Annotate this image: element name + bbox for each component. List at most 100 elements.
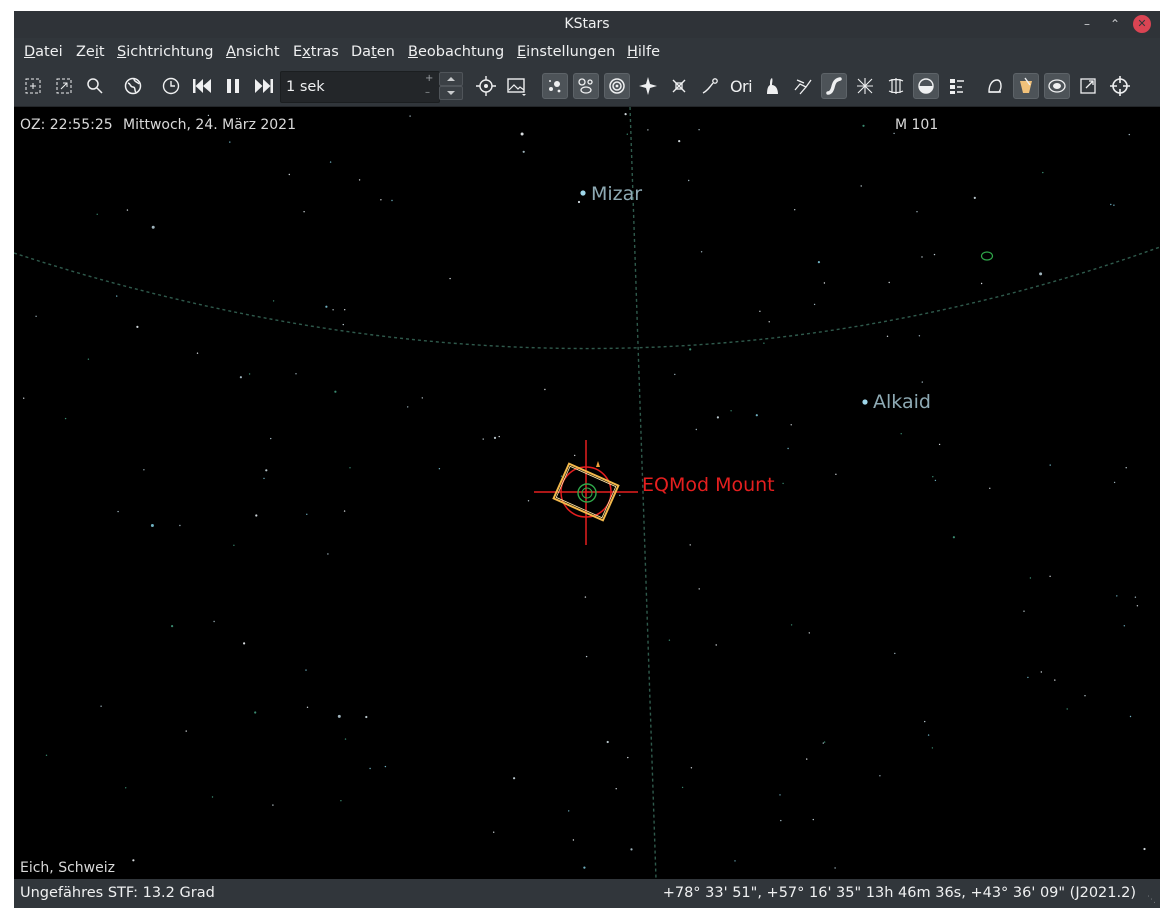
rewind-icon[interactable] xyxy=(189,73,215,99)
menu-beobachtung[interactable]: Beobachtung xyxy=(408,44,504,60)
maximize-button[interactable]: ⌃ xyxy=(1106,15,1124,33)
crosshair-icon[interactable] xyxy=(1107,73,1133,99)
clock-icon[interactable] xyxy=(158,73,184,99)
background-star xyxy=(790,424,792,426)
menu-bar: Datei Zeit Sichtrichtung Ansicht Extras … xyxy=(14,38,1160,66)
menu-einstellungen[interactable]: Einstellungen xyxy=(517,44,615,60)
star-label-mizar: Mizar xyxy=(591,183,643,205)
menu-hilfe[interactable]: Hilfe xyxy=(627,44,660,60)
location-label: Eich, Schweiz xyxy=(20,860,115,876)
galaxy-marker[interactable] xyxy=(980,251,994,261)
background-star xyxy=(513,777,516,780)
comet-icon[interactable] xyxy=(697,73,723,99)
background-star xyxy=(365,715,368,719)
sky-culture-icon[interactable] xyxy=(1044,73,1070,99)
background-star xyxy=(698,129,700,131)
sky-map[interactable]: OZ: 22:55:25 Mittwoch, 24. März 2021 M 1… xyxy=(14,107,1160,879)
background-star xyxy=(823,282,826,284)
background-star xyxy=(522,150,525,153)
background-star xyxy=(900,433,902,435)
legend-icon[interactable] xyxy=(944,73,970,99)
horizontal-grid-icon[interactable] xyxy=(883,73,909,99)
menu-ansicht[interactable]: Ansicht xyxy=(226,44,280,60)
sky-time-info: OZ: 22:55:25 xyxy=(20,117,113,133)
background-star xyxy=(1129,715,1132,718)
telescope-label: EQMod Mount xyxy=(642,474,775,496)
background-star xyxy=(344,309,346,311)
constellation-lines-icon[interactable] xyxy=(790,73,816,99)
background-star xyxy=(409,115,411,117)
minimize-button[interactable]: – xyxy=(1078,15,1096,33)
background-star xyxy=(989,487,991,489)
ground-toggle-icon[interactable] xyxy=(913,73,939,99)
menu-zeit[interactable]: Zeit xyxy=(76,44,105,60)
zoom-in-icon[interactable] xyxy=(20,73,46,99)
menu-extras[interactable]: Extras xyxy=(293,44,339,60)
background-star xyxy=(812,818,814,821)
sparkle-icon[interactable] xyxy=(635,73,661,99)
background-star xyxy=(834,867,836,869)
star-mizar[interactable] xyxy=(580,190,586,196)
zoom-out-icon[interactable] xyxy=(51,73,77,99)
background-star xyxy=(1023,610,1025,612)
background-star xyxy=(358,179,361,181)
stars-toggle-icon[interactable] xyxy=(542,73,568,99)
search-icon[interactable] xyxy=(82,73,108,99)
export-icon[interactable] xyxy=(1075,73,1101,99)
background-star xyxy=(520,132,524,136)
time-step-minus-label: – xyxy=(425,87,430,98)
milky-way-toggle-icon[interactable] xyxy=(821,73,847,99)
background-star xyxy=(272,300,275,302)
menu-sichtrichtung[interactable]: Sichtrichtung xyxy=(117,44,214,60)
deep-sky-toggle-icon[interactable] xyxy=(573,73,599,99)
globe-icon[interactable] xyxy=(120,73,146,99)
background-star xyxy=(627,756,629,759)
star-alkaid[interactable] xyxy=(862,399,868,405)
satellite-icon[interactable] xyxy=(666,73,692,99)
background-star xyxy=(270,437,272,440)
background-star xyxy=(263,477,265,480)
background-star xyxy=(151,225,155,229)
background-star xyxy=(1113,204,1115,206)
background-star xyxy=(288,173,290,176)
solar-system-toggle-icon[interactable] xyxy=(604,73,630,99)
time-step-up-button[interactable] xyxy=(439,72,463,86)
background-star xyxy=(384,765,387,768)
background-star xyxy=(924,720,926,723)
menu-daten[interactable]: Daten xyxy=(351,44,395,60)
time-step-down-button[interactable] xyxy=(439,86,463,100)
background-star xyxy=(325,305,328,308)
background-star xyxy=(626,133,628,135)
background-star xyxy=(100,705,102,707)
background-star xyxy=(1116,595,1118,597)
menu-datei[interactable]: Datei xyxy=(24,44,63,60)
resize-grip-icon[interactable]: ⋱ xyxy=(1147,895,1156,905)
equipment-icon[interactable] xyxy=(473,73,499,99)
background-star xyxy=(305,669,307,671)
background-star xyxy=(886,335,889,337)
ekos-icon[interactable] xyxy=(982,73,1008,99)
background-star xyxy=(407,406,409,408)
background-star xyxy=(1054,679,1056,681)
target-galaxy-core xyxy=(581,487,593,499)
close-button[interactable]: ✕ xyxy=(1133,15,1151,33)
background-star xyxy=(808,632,810,634)
telescope-reticle[interactable] xyxy=(534,440,638,545)
constellation-art-icon[interactable] xyxy=(759,73,785,99)
background-star xyxy=(973,196,976,199)
background-star xyxy=(1029,577,1032,579)
time-step-input[interactable]: 1 sek + – xyxy=(280,71,440,103)
image-icon[interactable] xyxy=(504,73,530,99)
background-star xyxy=(759,310,761,312)
background-star xyxy=(213,620,215,623)
pause-icon[interactable] xyxy=(220,73,246,99)
background-star xyxy=(327,553,329,555)
background-star xyxy=(630,848,633,851)
constellation-names-icon[interactable]: Ori xyxy=(728,73,754,99)
telescope-view-icon[interactable] xyxy=(1013,73,1039,99)
fast-forward-icon[interactable] xyxy=(251,73,277,99)
sky-canvas xyxy=(14,107,1160,879)
target-galaxy-marker[interactable] xyxy=(577,483,597,503)
background-star xyxy=(755,414,758,417)
coordinate-grid-icon[interactable] xyxy=(852,73,878,99)
